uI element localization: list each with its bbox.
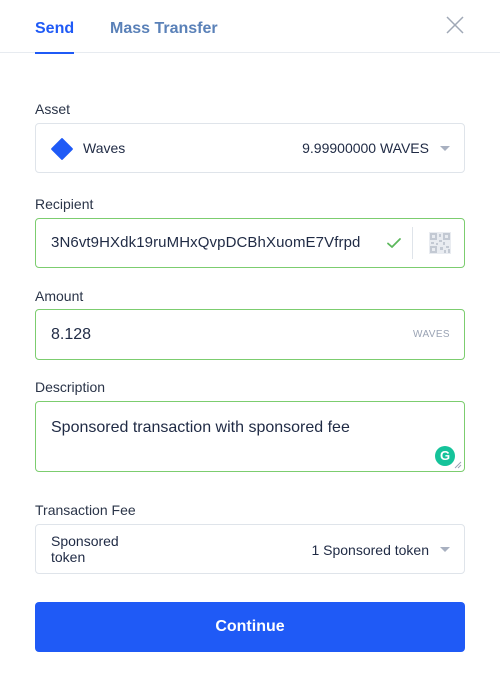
fee-value: 1 Sponsored token: [311, 542, 429, 558]
recipient-value: 3N6vt9HXdk19ruMHxQvpDCBhXuomE7Vfrpd: [51, 234, 361, 251]
description-textarea[interactable]: Sponsored transaction with sponsored fee…: [35, 401, 465, 472]
resize-handle-icon[interactable]: [454, 461, 462, 469]
amount-unit: WAVES: [412, 329, 450, 340]
amount-label: Amount: [35, 288, 84, 304]
asset-label: Asset: [35, 101, 71, 117]
chevron-down-icon: [440, 146, 450, 151]
tab-send[interactable]: Send: [35, 20, 75, 54]
description-value: Sponsored transaction with sponsored fee: [51, 419, 350, 436]
tab-mass-transfer[interactable]: Mass Transfer: [110, 20, 218, 53]
asset-name: Waves: [83, 140, 126, 156]
tab-bar: Send Mass Transfer: [0, 0, 500, 54]
amount-input[interactable]: 8.128 WAVES: [35, 309, 465, 360]
close-icon[interactable]: [444, 14, 466, 36]
continue-button[interactable]: Continue: [35, 602, 465, 652]
recipient-input[interactable]: 3N6vt9HXdk19ruMHxQvpDCBhXuomE7Vfrpd: [35, 218, 465, 268]
fee-asset-name: Sponsored token: [51, 533, 119, 565]
amount-value: 8.128: [51, 326, 92, 343]
fee-select[interactable]: Sponsored token 1 Sponsored token: [35, 524, 465, 574]
qr-code-icon[interactable]: [429, 232, 451, 254]
input-divider: [412, 227, 413, 259]
asset-balance: 9.99900000 WAVES: [302, 140, 429, 156]
grammarly-icon[interactable]: G: [435, 446, 455, 466]
check-icon: [387, 238, 401, 248]
recipient-label: Recipient: [35, 196, 94, 212]
chevron-down-icon: [440, 547, 450, 552]
description-label: Description: [35, 379, 106, 395]
waves-diamond-icon: [50, 137, 74, 161]
asset-select[interactable]: Waves 9.99900000 WAVES: [35, 123, 465, 173]
fee-label: Transaction Fee: [35, 502, 136, 518]
